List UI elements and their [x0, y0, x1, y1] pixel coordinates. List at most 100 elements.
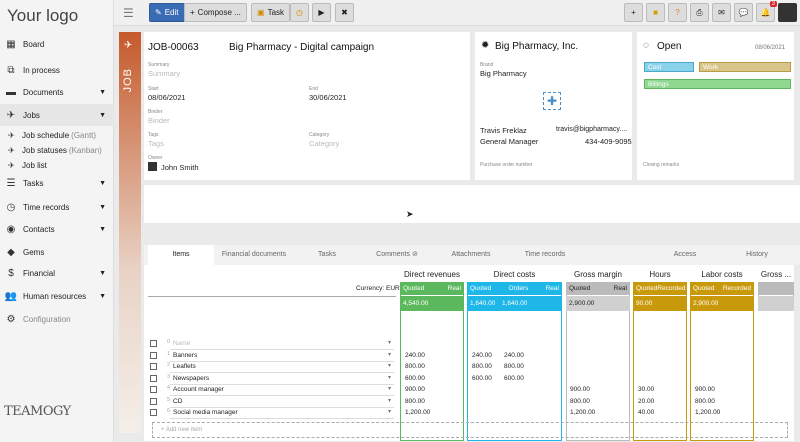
play-button[interactable]: ▶ [312, 3, 331, 22]
summary-field[interactable]: Summary [148, 69, 180, 78]
item-name[interactable]: Social media manager [173, 409, 238, 416]
subheader-label[interactable]: Real [546, 285, 559, 292]
subheader-label[interactable]: Recorded [723, 285, 751, 292]
tools-button[interactable]: ✖ [335, 3, 354, 22]
cell-rev[interactable]: 800.00 [405, 398, 425, 405]
chevron-down-icon[interactable]: ▾ [388, 339, 391, 346]
row-checkbox[interactable] [150, 374, 157, 382]
client-name[interactable]: Big Pharmacy, Inc. [495, 41, 578, 52]
subheader-label[interactable]: Real [448, 285, 461, 292]
add-item-row[interactable]: + Add new item [152, 422, 788, 438]
row-checkbox[interactable] [150, 340, 157, 347]
cell-gm[interactable]: 1,200.00 [570, 409, 595, 416]
help-button[interactable]: ? [668, 3, 687, 22]
sidebar-subitem-job-schedule[interactable]: ✈ Job schedule (Gantt) [0, 128, 114, 142]
cell-h[interactable]: 30.00 [638, 386, 654, 393]
contact-email[interactable]: travis@bigpharmacy.... [556, 126, 627, 133]
sidebar-item-jobs[interactable]: ✈ Jobs ▼ [0, 104, 114, 126]
cell-lc[interactable]: 1,200.00 [695, 409, 720, 416]
compose-button[interactable]: + Compose ... [184, 3, 247, 22]
sidebar-item-contacts[interactable]: ◉ Contacts ▼ [0, 218, 114, 240]
edit-button[interactable]: ✎ Edit [149, 3, 185, 22]
item-name[interactable]: Name [173, 340, 190, 347]
sidebar-item-time-records[interactable]: ◷ Time records ▼ [0, 196, 114, 218]
cell-cq[interactable]: 600.00 [472, 375, 492, 382]
item-name[interactable]: Account manager [173, 386, 224, 393]
sidebar-item-documents[interactable]: ▬ Documents ▼ [0, 81, 114, 103]
cell-lc[interactable]: 800.00 [695, 398, 715, 405]
job-name[interactable]: Big Pharmacy - Digital campaign [229, 42, 374, 53]
user-avatar[interactable] [778, 3, 797, 22]
subheader-label[interactable]: Quoted [470, 285, 491, 292]
subheader-label[interactable]: Quoted [693, 285, 714, 292]
cell-rev[interactable]: 240.00 [405, 352, 425, 359]
timer-button[interactable]: ◷ [290, 3, 309, 22]
billings-tag[interactable]: Billings [644, 79, 791, 89]
cell-rev[interactable]: 600.00 [405, 375, 425, 382]
chevron-down-icon[interactable]: ▾ [388, 385, 391, 392]
subheader-label[interactable]: Orders [509, 285, 529, 292]
brand-name[interactable]: Big Pharmacy [480, 69, 527, 78]
cell-h[interactable]: 20.00 [638, 398, 654, 405]
cell-gm[interactable]: 800.00 [570, 398, 590, 405]
item-name[interactable]: Newspapers [173, 375, 209, 382]
menu-icon[interactable]: ☰ [123, 6, 134, 20]
cell-co[interactable]: 800.00 [504, 363, 524, 370]
end-date[interactable]: 30/06/2021 [309, 93, 347, 102]
cell-cq[interactable]: 240.00 [472, 352, 492, 359]
subheader-label[interactable]: Quoted [636, 285, 657, 292]
cell-rev[interactable]: 900.00 [405, 386, 425, 393]
chevron-down-icon[interactable]: ▾ [388, 362, 391, 369]
chevron-down-icon[interactable]: ▾ [388, 351, 391, 358]
sidebar-subitem-job-list[interactable]: ✈ Job list [0, 158, 114, 172]
task-button[interactable]: ▣ Task [251, 3, 291, 22]
sidebar-item-configuration[interactable]: ⚙ Configuration [0, 308, 114, 330]
subheader-label[interactable]: Quoted [569, 285, 590, 292]
item-name[interactable]: Leaflets [173, 363, 196, 370]
cell-lc[interactable]: 900.00 [695, 386, 715, 393]
tab-comments[interactable]: Comments ⊘ [360, 245, 434, 265]
item-name[interactable]: Banners [173, 352, 197, 359]
row-checkbox[interactable] [150, 386, 157, 393]
sidebar-subitem-job-statuses[interactable]: ✈ Job statuses (Kanban) [0, 143, 114, 157]
category-field[interactable]: Category [309, 139, 339, 148]
tab-items[interactable]: Items [148, 245, 214, 265]
tab-attachments[interactable]: Attachments [434, 245, 508, 265]
chevron-down-icon[interactable]: ▾ [388, 397, 391, 404]
work-tag[interactable]: Work [699, 62, 791, 72]
row-checkbox[interactable] [150, 351, 157, 359]
subheader-label[interactable]: Recorded [657, 285, 685, 292]
cell-cq[interactable]: 800.00 [472, 363, 492, 370]
sidebar-item-financial[interactable]: $ Financial ▼ [0, 262, 114, 284]
tab-history[interactable]: History [724, 245, 790, 265]
contact-name[interactable]: Travis Freklaz [480, 126, 527, 135]
start-date[interactable]: 08/06/2021 [148, 93, 186, 102]
row-checkbox[interactable] [150, 397, 157, 405]
chevron-down-icon[interactable]: ▾ [388, 374, 391, 381]
print-button[interactable]: ⎙ [690, 3, 709, 22]
chevron-down-icon[interactable]: ▾ [388, 408, 391, 415]
sidebar-item-human-resources[interactable]: 👥 Human resources ▼ [0, 285, 114, 307]
tab-tasks[interactable]: Tasks [294, 245, 360, 265]
cost-tag[interactable]: Cost [644, 62, 694, 72]
owner-name[interactable]: John Smith [161, 163, 199, 172]
cell-h[interactable]: 40.00 [638, 409, 654, 416]
cell-rev[interactable]: 800.00 [405, 363, 425, 370]
row-checkbox[interactable] [150, 409, 157, 416]
sidebar-item-tasks[interactable]: ☰ Tasks ▼ [0, 172, 114, 194]
app-logo[interactable]: Your logo [7, 6, 78, 26]
item-name[interactable]: CD [173, 398, 182, 405]
sidebar-item-gems[interactable]: ◆ Gems [0, 241, 114, 263]
tags-field[interactable]: Tags [148, 139, 164, 148]
sidebar-item-in-process[interactable]: ⧉ In process [0, 59, 114, 81]
cell-co[interactable]: 600.00 [504, 375, 524, 382]
cell-gm[interactable]: 900.00 [570, 386, 590, 393]
notes-button[interactable]: ■ [646, 3, 665, 22]
status-label[interactable]: Open [657, 41, 681, 52]
sidebar-item-board[interactable]: ▦ Board [0, 33, 114, 55]
tab-financial-documents[interactable]: Financial documents [214, 245, 294, 265]
tab-access[interactable]: Access [652, 245, 718, 265]
messages-button[interactable]: ✉ [712, 3, 731, 22]
contact-phone[interactable]: 434-409-9095 [585, 137, 632, 146]
binder-field[interactable]: Binder [148, 116, 170, 125]
